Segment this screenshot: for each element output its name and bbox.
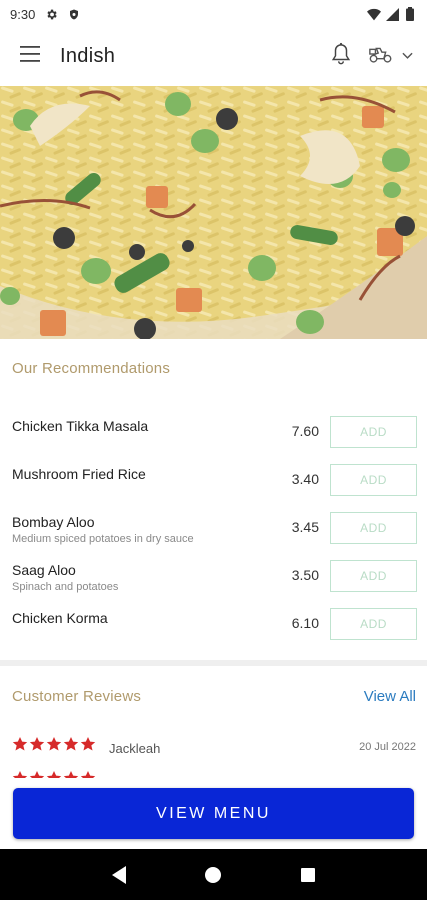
app-title: Indish [60,44,116,67]
reviews-title: Customer Reviews [12,688,142,705]
recommendations-title: Our Recommendations [12,360,171,377]
item-name: Chicken Tikka Masala [12,418,149,434]
delivery-mode-selector[interactable] [368,44,413,69]
item-description: Spinach and potatoes [12,581,119,593]
item-price: 3.40 [291,471,319,487]
gear-icon [44,7,58,21]
review-date: 20 Jul 2022 [359,741,416,753]
home-icon[interactable] [201,863,225,887]
star-rating [12,736,96,752]
app-bar: Indish [0,28,427,84]
star-icon [46,771,62,778]
item-description: Medium spiced potatoes in dry sauce [12,533,194,545]
star-icon [80,771,96,778]
battery-icon [403,7,417,21]
view-all-reviews-link[interactable]: View All [364,688,416,705]
item-price: 3.50 [291,567,319,583]
star-icon [29,737,45,751]
star-rating-partial [12,770,112,778]
item-name: Saag Aloo [12,562,76,578]
item-price: 6.10 [291,615,319,631]
system-nav-bar [0,849,427,900]
item-name: Bombay Aloo [12,514,95,530]
list-item[interactable]: Chicken Korma 6.10 ADD [0,602,427,650]
star-icon [12,737,28,751]
item-name: Mushroom Fried Rice [12,466,146,482]
bell-icon [330,42,352,71]
hero-food-image [0,86,427,339]
star-icon [80,737,96,751]
shield-icon [67,7,81,21]
list-item[interactable]: Chicken Tikka Masala 7.60 ADD [0,410,427,458]
star-icon [63,771,79,778]
star-icon [46,737,62,751]
recents-icon[interactable] [296,863,320,887]
add-button[interactable]: ADD [330,464,417,496]
signal-icon [385,7,399,21]
status-time: 9:30 [10,6,36,22]
section-divider [0,660,427,666]
star-icon [12,771,28,778]
reviewer-name: Jackleah [109,741,161,756]
review-item: Jackleah 20 Jul 2022 [0,736,427,760]
wifi-icon [367,7,381,21]
item-price: 3.45 [291,519,319,535]
item-name: Chicken Korma [12,610,108,626]
status-bar: 9:30 [0,0,427,28]
menu-icon [20,45,40,67]
add-button[interactable]: ADD [330,512,417,544]
add-button[interactable]: ADD [330,608,417,640]
list-item[interactable]: Saag Aloo Spinach and potatoes 3.50 ADD [0,554,427,602]
item-price: 7.60 [291,423,319,439]
add-button[interactable]: ADD [330,416,417,448]
star-icon [63,737,79,751]
view-menu-button[interactable]: VIEW MENU [13,788,414,839]
list-item[interactable]: Mushroom Fried Rice 3.40 ADD [0,458,427,506]
menu-button[interactable] [0,28,60,84]
add-button[interactable]: ADD [330,560,417,592]
chevron-down-icon [402,47,413,65]
list-item[interactable]: Bombay Aloo Medium spiced potatoes in dr… [0,506,427,554]
recommendations-list: Chicken Tikka Masala 7.60 ADD Mushroom F… [0,410,427,650]
star-icon [29,771,45,778]
delivery-scooter-icon [368,44,394,69]
notifications-button[interactable] [330,42,352,71]
back-icon[interactable] [107,863,131,887]
